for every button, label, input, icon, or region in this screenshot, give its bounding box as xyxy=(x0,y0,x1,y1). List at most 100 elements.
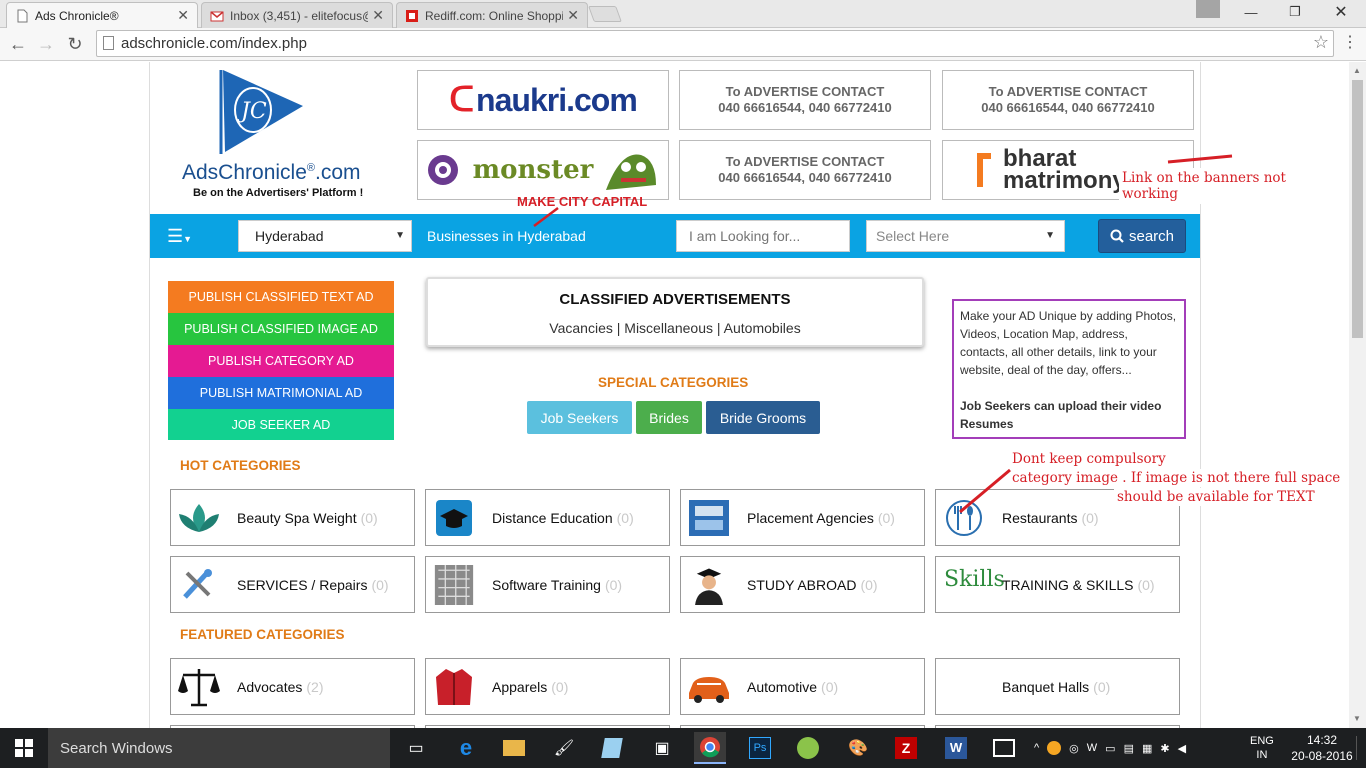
new-tab-button[interactable] xyxy=(588,6,622,22)
category-name: Placement Agencies xyxy=(747,510,874,526)
close-tab-icon[interactable]: ✕ xyxy=(177,7,189,24)
file-explorer-icon[interactable] xyxy=(498,732,530,764)
link-miscellaneous[interactable]: Miscellaneous xyxy=(624,320,713,336)
site-container: JC AdsChronicle®.com Be on the Advertise… xyxy=(149,62,1201,728)
category-card-beauty[interactable]: Beauty Spa Weight (0) xyxy=(170,489,415,546)
scrollbar-thumb[interactable] xyxy=(1352,80,1363,338)
tray-app-icon[interactable]: ▭ xyxy=(1105,742,1115,755)
tray-expand-icon[interactable]: ^ xyxy=(1034,742,1039,754)
hamburger-menu-icon[interactable]: ☰▼ xyxy=(167,226,192,247)
category-card-distance-education[interactable]: Distance Education (0) xyxy=(425,489,670,546)
advertise-contact-banner-3[interactable]: To ADVERTISE CONTACT 040 66616544, 040 6… xyxy=(679,140,931,200)
link-vacancies[interactable]: Vacancies xyxy=(549,320,613,336)
job-seekers-button[interactable]: Job Seekers xyxy=(527,401,632,434)
chrome-icon[interactable] xyxy=(694,732,726,764)
scroll-up-icon[interactable]: ▲ xyxy=(1353,66,1361,75)
paint-palette-icon[interactable]: 🎨 xyxy=(842,732,874,764)
task-view-icon[interactable]: ▭ xyxy=(400,732,432,764)
category-count: (0) xyxy=(604,577,623,593)
logo-flag-icon: JC xyxy=(219,70,303,154)
gmail-icon xyxy=(210,10,224,21)
bookmark-star-icon[interactable]: ☆ xyxy=(1313,32,1329,53)
close-tab-icon[interactable]: ✕ xyxy=(567,7,579,24)
back-icon[interactable]: ← xyxy=(6,32,30,56)
category-card-training-skills[interactable]: Skills TRAINING & SKILLS (0) xyxy=(935,556,1180,613)
filezilla-icon[interactable]: Z xyxy=(890,732,922,764)
page-info-icon[interactable] xyxy=(103,36,114,50)
media-player-icon[interactable]: ▣ xyxy=(646,732,678,764)
category-card-software-training[interactable]: Software Training (0) xyxy=(425,556,670,613)
keyboard-icon xyxy=(434,565,474,605)
paint-brush-icon[interactable]: 🖌 xyxy=(548,732,580,764)
job-seeker-ad-button[interactable]: JOB SEEKER AD xyxy=(168,409,394,440)
start-button[interactable] xyxy=(0,728,48,768)
publish-classified-text-ad-button[interactable]: PUBLISH CLASSIFIED TEXT AD xyxy=(168,281,394,313)
notepad-icon[interactable] xyxy=(596,732,628,764)
scales-icon xyxy=(178,669,220,707)
address-bar[interactable]: adschronicle.com/index.php ☆ xyxy=(96,30,1334,57)
tray-app-icon[interactable]: ◎ xyxy=(1069,742,1079,755)
word-icon[interactable]: W xyxy=(940,732,972,764)
show-desktop-button[interactable] xyxy=(1356,736,1364,760)
category-card-study-abroad[interactable]: STUDY ABROAD (0) xyxy=(680,556,925,613)
city-select[interactable]: Hyderabad ▼ xyxy=(238,220,412,252)
category-card-advocates[interactable]: Advocates (2) xyxy=(170,658,415,715)
rediff-icon xyxy=(406,9,418,22)
tab-ads-chronicle[interactable]: Ads Chronicle® ✕ xyxy=(6,2,198,28)
minimize-icon[interactable]: — xyxy=(1228,0,1274,24)
link-automobiles[interactable]: Automobiles xyxy=(724,320,801,336)
close-window-icon[interactable]: ✕ xyxy=(1318,0,1364,24)
tray-word-icon[interactable]: W xyxy=(1087,742,1097,754)
publish-category-ad-button[interactable]: PUBLISH CATEGORY AD xyxy=(168,345,394,377)
brides-button[interactable]: Brides xyxy=(636,401,702,434)
close-tab-icon[interactable]: ✕ xyxy=(372,7,384,24)
page-scrollbar[interactable]: ▲ ▼ xyxy=(1349,62,1366,728)
category-card-apparels[interactable]: Apparels (0) xyxy=(425,658,670,715)
contact-line-1: To ADVERTISE CONTACT xyxy=(725,154,885,169)
tab-gmail[interactable]: Inbox (3,451) - elitefocus@ ✕ xyxy=(201,2,393,28)
tray-app-icon[interactable] xyxy=(1047,741,1062,755)
category-select[interactable]: Select Here ▼ xyxy=(866,220,1065,252)
photoshop-icon[interactable]: Ps xyxy=(744,732,776,764)
edge-icon[interactable]: e xyxy=(450,732,482,764)
forward-icon[interactable]: → xyxy=(34,32,58,56)
category-card-placement-agencies[interactable]: Placement Agencies (0) xyxy=(680,489,925,546)
graduate-icon xyxy=(695,568,723,605)
tray-app-icon[interactable]: ▤ xyxy=(1124,742,1134,755)
bluetooth-icon[interactable]: ✱ xyxy=(1160,742,1169,755)
category-card-services-repairs[interactable]: SERVICES / Repairs (0) xyxy=(170,556,415,613)
reload-icon[interactable]: ↻ xyxy=(63,32,87,56)
car-icon xyxy=(689,677,729,703)
category-card-automotive[interactable]: Automotive (0) xyxy=(680,658,925,715)
photos-icon[interactable] xyxy=(988,732,1020,764)
publish-matrimonial-ad-button[interactable]: PUBLISH MATRIMONIAL AD xyxy=(168,377,394,409)
bride-grooms-button[interactable]: Bride Grooms xyxy=(706,401,820,434)
tab-rediff[interactable]: Rediff.com: Online Shoppi ✕ xyxy=(396,2,588,28)
user-profile-icon[interactable] xyxy=(1196,0,1220,18)
search-button[interactable]: search xyxy=(1098,219,1186,253)
volume-icon[interactable]: ◀ xyxy=(1178,742,1186,755)
annotation-arrow xyxy=(1167,154,1233,164)
naukri-banner[interactable]: ᑕ naukri.com xyxy=(417,70,669,130)
advertise-contact-banner-2[interactable]: To ADVERTISE CONTACT 040 66616544, 040 6… xyxy=(942,70,1194,130)
category-name: TRAINING & SKILLS xyxy=(1002,577,1134,593)
restore-icon[interactable]: ❐ xyxy=(1272,0,1318,24)
chrome-menu-icon[interactable]: ⋮ xyxy=(1340,32,1360,56)
publish-classified-image-ad-button[interactable]: PUBLISH CLASSIFIED IMAGE AD xyxy=(168,313,394,345)
monster-banner[interactable]: monster xyxy=(417,140,669,200)
site-logo[interactable]: JC AdsChronicle®.com Be on the Advertise… xyxy=(165,68,415,208)
promo-bold-text: Job Seekers can upload their video Resum… xyxy=(960,399,1162,431)
language-indicator[interactable]: ENG IN xyxy=(1250,728,1274,768)
clock[interactable]: 14:32 20-08-2016 xyxy=(1290,732,1354,764)
browser-toolbar: ← → ↻ adschronicle.com/index.php ☆ ⋮ xyxy=(0,28,1366,61)
scroll-down-icon[interactable]: ▼ xyxy=(1353,714,1361,723)
network-icon[interactable]: ▦ xyxy=(1142,742,1152,755)
category-card-banquet-halls[interactable]: Banquet Halls (0) xyxy=(935,658,1180,715)
bharat-logo-icon xyxy=(977,153,991,187)
windows-logo-icon xyxy=(15,739,33,757)
featured-categories-heading: FEATURED CATEGORIES xyxy=(180,627,345,642)
green-app-icon[interactable] xyxy=(792,732,824,764)
advertise-contact-banner-1[interactable]: To ADVERTISE CONTACT 040 66616544, 040 6… xyxy=(679,70,931,130)
windows-search-box[interactable]: Search Windows xyxy=(48,728,390,768)
looking-for-input[interactable] xyxy=(676,220,850,252)
